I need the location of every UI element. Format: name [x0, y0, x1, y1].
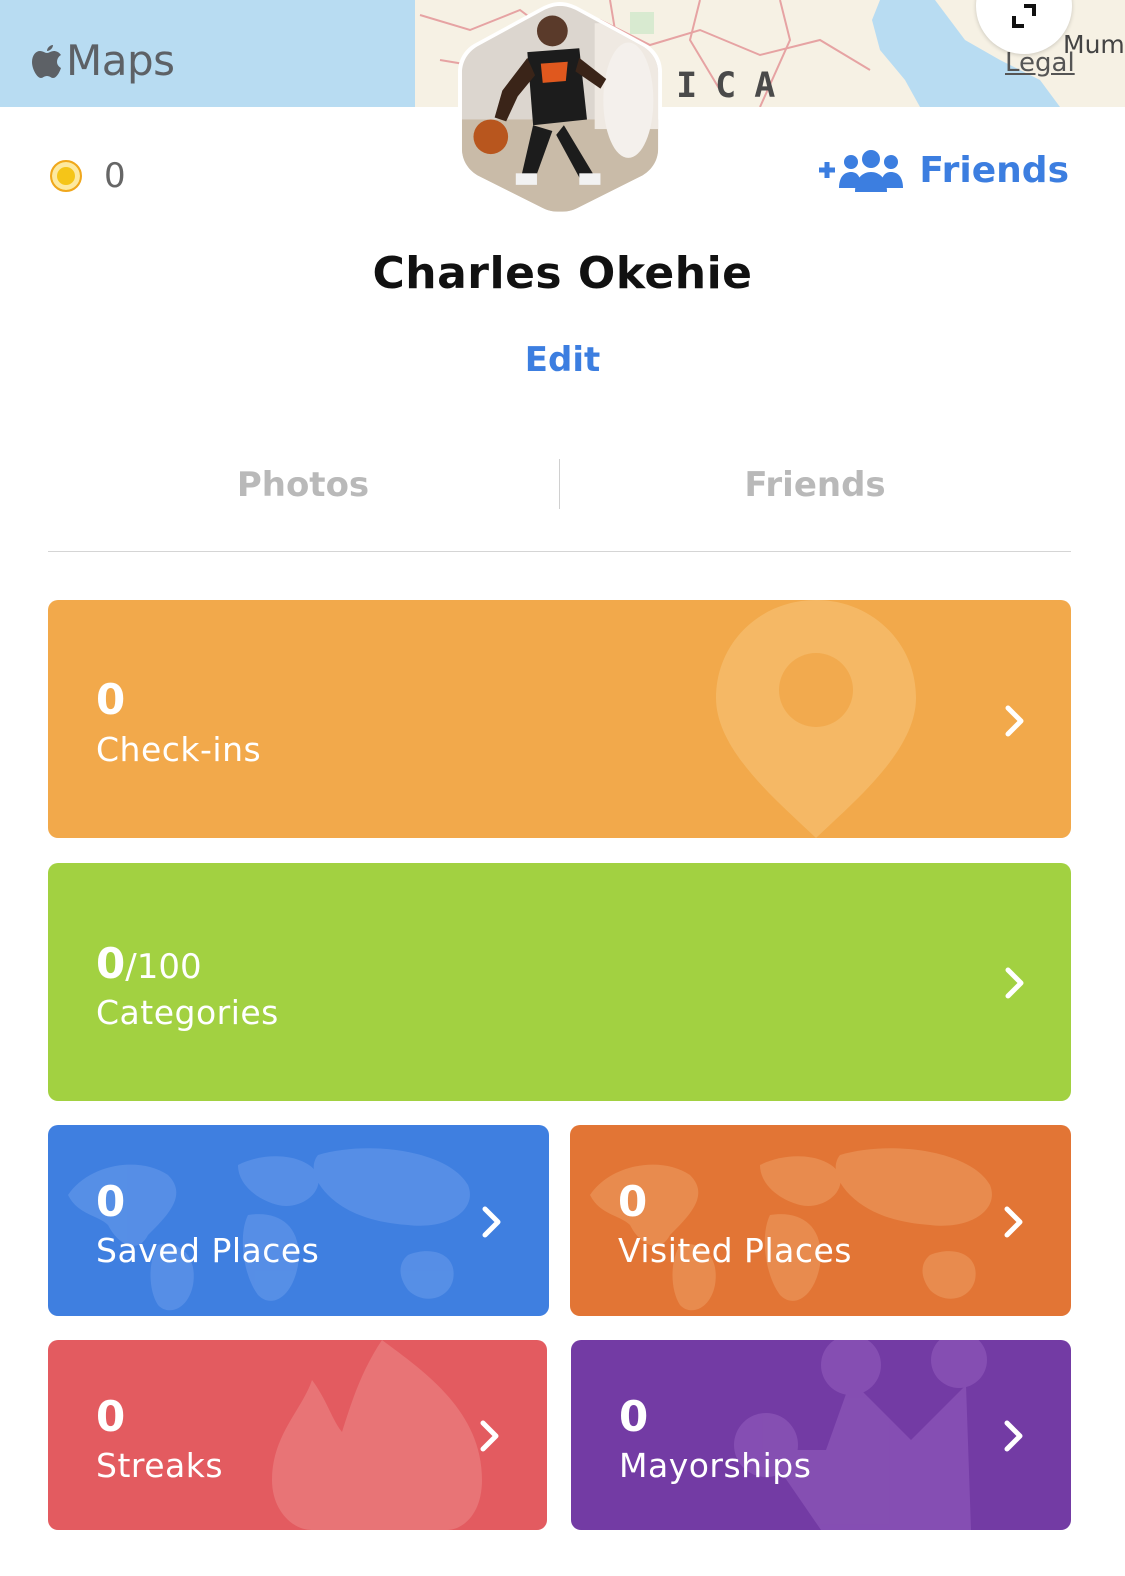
checkins-count: 0 [96, 675, 126, 724]
streaks-label: Streaks [96, 1446, 224, 1485]
maps-brand-text: Maps [66, 36, 175, 85]
visited-places-card[interactable]: 0 Visited Places [570, 1125, 1071, 1316]
mayorships-count: 0 [619, 1392, 649, 1441]
chevron-right-icon [1005, 967, 1024, 999]
expand-icon [1012, 4, 1036, 28]
chevron-right-icon [480, 1420, 499, 1452]
flame-icon [272, 1340, 482, 1530]
categories-label: Categories [96, 993, 279, 1032]
friends-button-label: Friends [919, 149, 1069, 191]
saved-places-count: 0 [96, 1177, 126, 1226]
coin-icon [50, 160, 82, 192]
visited-places-count: 0 [618, 1177, 648, 1226]
checkins-card[interactable]: 0 Check-ins [48, 600, 1071, 838]
profile-name: Charles Okehie [372, 248, 753, 299]
categories-card[interactable]: 0/100 Categories [48, 863, 1071, 1101]
coin-balance: 0 [50, 156, 126, 196]
chevron-right-icon [1004, 1206, 1023, 1238]
apple-maps-logo: Maps [30, 36, 175, 85]
apple-icon [32, 44, 61, 78]
crown-icon [734, 1340, 987, 1530]
mayorships-card[interactable]: 0 Mayorships [571, 1340, 1071, 1530]
coin-count: 0 [104, 156, 126, 196]
saved-places-card[interactable]: 0 Saved Places [48, 1125, 549, 1316]
chevron-right-icon [482, 1206, 501, 1238]
add-friends-button[interactable]: Friends [817, 148, 1069, 192]
saved-places-label: Saved Places [96, 1231, 320, 1270]
mayorships-label: Mayorships [619, 1446, 812, 1485]
tab-photos[interactable]: Photos [48, 455, 558, 515]
chevron-right-icon [1004, 1420, 1023, 1452]
add-friends-icon [819, 150, 904, 192]
map-pin-icon [716, 600, 916, 838]
streaks-card[interactable]: 0 Streaks [48, 1340, 547, 1530]
categories-count: 0/100 [96, 939, 202, 988]
categories-total: /100 [125, 947, 202, 987]
tab-friends[interactable]: Friends [560, 455, 1070, 515]
edit-profile-button-row: Edit [0, 340, 1125, 380]
profile-avatar[interactable] [456, 0, 664, 216]
categories-value: 0 [96, 939, 126, 988]
streaks-count: 0 [96, 1392, 126, 1441]
chevron-right-icon [1005, 705, 1024, 737]
edit-profile-button[interactable]: Edit [525, 340, 600, 380]
checkins-label: Check-ins [96, 730, 262, 769]
profile-tabs: Photos Friends [48, 455, 1071, 552]
visited-places-label: Visited Places [618, 1231, 852, 1270]
